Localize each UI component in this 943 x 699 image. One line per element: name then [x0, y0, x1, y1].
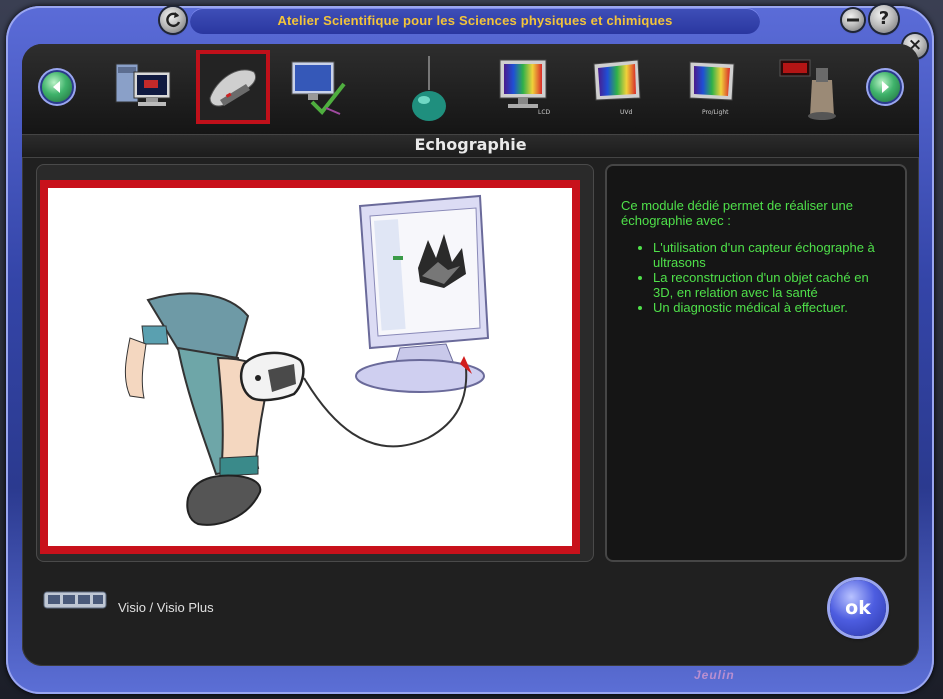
tool-spectrum-pro[interactable]: Pro/Light [676, 50, 750, 124]
feature-item: La reconstruction d'un objet caché en 3D… [653, 270, 891, 300]
feature-item: Un diagnostic médical à effectuer. [653, 300, 891, 315]
next-button[interactable] [870, 72, 900, 102]
arrow-right-icon [882, 81, 889, 93]
description-intro: Ce module dédié permet de réaliser une é… [621, 198, 853, 228]
window-title: Atelier Scientifique pour les Sciences p… [277, 13, 673, 28]
refresh-button[interactable] [160, 7, 186, 33]
ok-button[interactable]: ok [830, 580, 886, 636]
tool-spectrum-uvd[interactable]: UVd [582, 50, 656, 124]
tool-caption-lcd: LCD [538, 109, 551, 116]
echography-illustration [124, 194, 490, 526]
product-label: Visio / Visio Plus [118, 600, 214, 615]
feature-item: L'utilisation d'un capteur échographe à … [653, 240, 891, 270]
visio-device-icon [43, 591, 107, 609]
minimize-icon [847, 18, 859, 22]
tool-flask[interactable] [392, 50, 466, 124]
illustration-frame [40, 180, 580, 554]
spectrum-uvd-icon: UVd [593, 59, 641, 116]
brand-logo: Jeulin [694, 668, 735, 682]
title-bar: Atelier Scientifique pour les Sciences p… [190, 8, 760, 34]
help-icon: ? [878, 8, 890, 29]
section-title: Echographie [22, 135, 919, 158]
tool-caption-uvd: UVd [620, 109, 632, 116]
minimize-button[interactable] [842, 9, 864, 31]
arrow-left-icon [53, 81, 60, 93]
refresh-icon [166, 12, 181, 28]
feature-list: L'utilisation d'un capteur échographe à … [621, 240, 891, 315]
patient-shoe [186, 474, 262, 526]
module-toolbar: LCD UVd Pro/Light [22, 44, 919, 135]
help-button[interactable]: ? [870, 5, 898, 33]
module-description: Ce module dédié permet de réaliser une é… [621, 198, 891, 315]
main-panel: LCD UVd Pro/Light Echographie Ce module … [22, 44, 919, 666]
tool-sensor-display[interactable] [772, 50, 846, 124]
flask-icon [412, 56, 446, 121]
tool-monitor-check[interactable] [282, 50, 356, 124]
tool-spectrum-lcd[interactable]: LCD [488, 50, 562, 124]
tool-ultrasound-probe[interactable] [196, 50, 270, 124]
spectrum-lcd-icon: LCD [499, 59, 551, 116]
tool-computer-interface[interactable] [110, 50, 184, 124]
ultrasound-probe-icon [209, 69, 257, 107]
previous-button[interactable] [42, 72, 72, 102]
tool-caption-pro: Pro/Light [702, 109, 729, 116]
spectrum-pro-icon: Pro/Light [689, 61, 735, 116]
computer-interface-icon [115, 63, 171, 106]
description-panel: Ce module dédié permet de réaliser une é… [605, 164, 907, 562]
sensor-display-icon [779, 59, 836, 120]
monitor-check-icon [291, 61, 346, 116]
